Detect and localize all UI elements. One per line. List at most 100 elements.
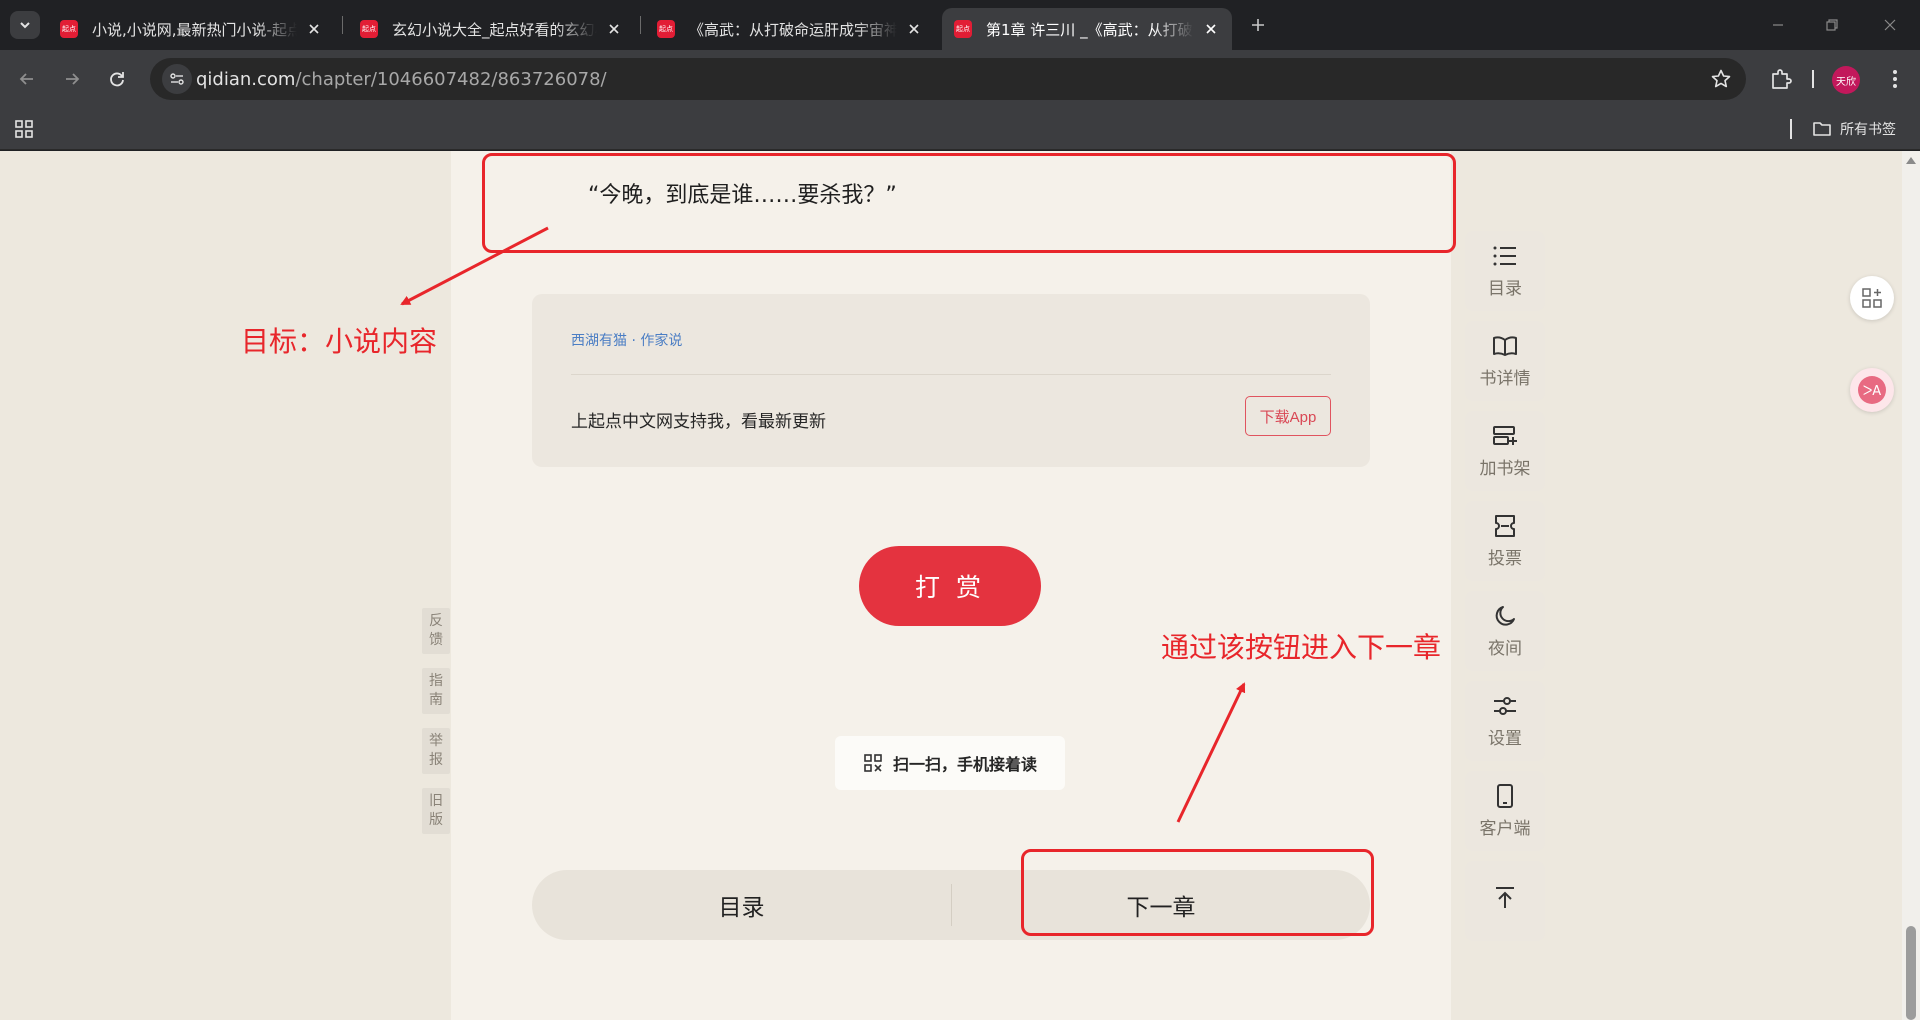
qr-code-icon bbox=[864, 754, 882, 772]
close-icon[interactable] bbox=[905, 20, 923, 38]
phone-icon bbox=[1497, 783, 1513, 808]
annotation-content-label: 目标：小说内容 bbox=[241, 325, 438, 358]
close-icon[interactable] bbox=[305, 20, 323, 38]
bookmarks-separator bbox=[1790, 119, 1792, 139]
close-icon[interactable] bbox=[605, 20, 623, 38]
old-version-link[interactable]: 旧 版 bbox=[422, 788, 450, 834]
toolbar-separator bbox=[1812, 70, 1814, 88]
extensions-puzzle-icon[interactable] bbox=[1768, 66, 1794, 92]
moon-icon bbox=[1495, 605, 1515, 626]
plus-icon bbox=[1252, 19, 1264, 31]
folder-icon bbox=[1813, 122, 1831, 136]
scan-to-read-button[interactable]: 扫一扫，手机接着读 bbox=[835, 736, 1065, 790]
bookmark-star-icon[interactable] bbox=[1710, 68, 1732, 90]
qidian-favicon-icon: 起点 bbox=[954, 20, 972, 38]
bookmarks-bar: 所有书签 bbox=[0, 108, 1920, 150]
restore-button[interactable] bbox=[1812, 10, 1852, 40]
floating-apps-button[interactable] bbox=[1850, 276, 1894, 320]
settings-label: 设置 bbox=[1488, 728, 1522, 749]
qidian-favicon-icon: 起点 bbox=[657, 20, 675, 38]
night-mode-button[interactable]: 夜间 bbox=[1465, 591, 1545, 671]
close-icon bbox=[1884, 19, 1896, 31]
author-message: 上起点中文网支持我，看最新更新 bbox=[571, 412, 826, 432]
book-details-label: 书详情 bbox=[1479, 368, 1531, 389]
tab-strip: 起点 小说,小说网,最新热门小说-起点中文网 起点 玄幻小说大全_起点好看的玄幻… bbox=[0, 0, 1920, 50]
tab-title: 玄幻小说大全_起点好看的玄幻小说 bbox=[392, 20, 597, 39]
new-tab-button[interactable] bbox=[1245, 12, 1271, 38]
tab-search-button[interactable] bbox=[10, 11, 40, 39]
site-info-button[interactable] bbox=[162, 64, 192, 94]
report-link[interactable]: 举 报 bbox=[422, 728, 450, 774]
floating-translate-button[interactable]: ᐳA bbox=[1850, 368, 1894, 412]
tab-title: 第1章 许三川 _《高武：从打破命运肝成宇宙神》 bbox=[986, 20, 1194, 39]
url-path: /chapter/1046607482/863726078/ bbox=[295, 69, 607, 90]
toc-button[interactable]: 目录 bbox=[532, 870, 951, 940]
tab-separator bbox=[342, 16, 343, 34]
tab-4-active[interactable]: 起点 第1章 许三川 _《高武：从打破命运肝成宇宙神》 bbox=[942, 8, 1232, 50]
vote-label: 投票 bbox=[1488, 548, 1522, 569]
author-link[interactable]: 西湖有猫 · 作家说 bbox=[571, 330, 682, 350]
author-card-divider bbox=[571, 374, 1331, 375]
book-details-button[interactable]: 书详情 bbox=[1465, 321, 1545, 401]
add-shelf-icon bbox=[1493, 425, 1517, 445]
tab-2[interactable]: 起点 玄幻小说大全_起点好看的玄幻小说 bbox=[348, 8, 635, 50]
qidian-favicon-icon: 起点 bbox=[60, 20, 78, 38]
toolbar-toc-label: 目录 bbox=[1488, 278, 1522, 299]
address-bar[interactable]: qidian.com/chapter/1046607482/863726078/ bbox=[150, 58, 1746, 100]
forward-button[interactable] bbox=[57, 64, 87, 94]
arrow-left-icon bbox=[19, 73, 33, 85]
tab-title: 小说,小说网,最新热门小说-起点中文网 bbox=[92, 20, 297, 39]
window-close-button[interactable] bbox=[1870, 10, 1910, 40]
close-icon[interactable] bbox=[1202, 20, 1220, 38]
restore-icon bbox=[1826, 19, 1838, 31]
minimize-icon bbox=[1773, 24, 1783, 26]
tab-separator bbox=[640, 16, 641, 34]
translate-icon: ᐳA bbox=[1858, 376, 1886, 404]
url-domain: qidian.com bbox=[196, 69, 296, 90]
profile-avatar[interactable]: 天欣 bbox=[1832, 66, 1860, 94]
settings-button[interactable]: 设置 bbox=[1465, 681, 1545, 761]
reload-button[interactable] bbox=[102, 64, 132, 94]
chevron-down-icon bbox=[20, 22, 30, 29]
reward-button[interactable]: 打 赏 bbox=[859, 546, 1041, 626]
client-app-label: 客户端 bbox=[1479, 818, 1531, 839]
qidian-favicon-icon: 起点 bbox=[360, 20, 378, 38]
page-scrollbar[interactable] bbox=[1902, 151, 1920, 1020]
vote-button[interactable]: 投票 bbox=[1465, 501, 1545, 581]
download-app-button[interactable]: 下载App bbox=[1245, 396, 1331, 436]
toolbar-toc-button[interactable]: 目录 bbox=[1465, 231, 1545, 311]
ticket-icon bbox=[1495, 514, 1515, 537]
annotation-content-box bbox=[482, 153, 1456, 253]
browser-toolbar: qidian.com/chapter/1046607482/863726078/ bbox=[0, 50, 1920, 108]
add-widget-icon bbox=[1862, 288, 1882, 308]
feedback-link[interactable]: 反 馈 bbox=[422, 608, 450, 654]
add-shelf-button[interactable]: 加书架 bbox=[1465, 411, 1545, 491]
annotation-next-box bbox=[1021, 849, 1374, 936]
tune-icon bbox=[170, 73, 184, 85]
all-bookmarks-label: 所有书签 bbox=[1840, 122, 1896, 138]
author-card: 西湖有猫 · 作家说 上起点中文网支持我，看最新更新 下载App bbox=[532, 294, 1370, 467]
svg-text:ᐳA: ᐳA bbox=[1863, 384, 1881, 399]
url-text[interactable]: qidian.com/chapter/1046607482/863726078/ bbox=[196, 69, 607, 90]
all-bookmarks-button[interactable]: 所有书签 bbox=[1812, 116, 1896, 142]
back-button[interactable] bbox=[12, 64, 42, 94]
night-mode-label: 夜间 bbox=[1488, 638, 1522, 659]
arrow-up-icon bbox=[1496, 887, 1514, 908]
more-vertical-icon[interactable] bbox=[1882, 66, 1908, 92]
scan-label: 扫一扫，手机接着读 bbox=[892, 755, 1037, 774]
tab-1[interactable]: 起点 小说,小说网,最新热门小说-起点中文网 bbox=[48, 8, 335, 50]
scroll-up-arrow[interactable] bbox=[1906, 157, 1916, 164]
back-to-top-button[interactable] bbox=[1465, 861, 1545, 941]
minimize-button[interactable] bbox=[1758, 10, 1798, 40]
arrow-right-icon bbox=[66, 73, 80, 85]
tab-title: 《高武：从打破命运肝成宇宙神》 bbox=[689, 20, 897, 39]
tab-3[interactable]: 起点 《高武：从打破命运肝成宇宙神》 bbox=[645, 8, 935, 50]
scrollbar-thumb[interactable] bbox=[1906, 926, 1916, 1020]
sliders-icon bbox=[1494, 696, 1516, 715]
apps-grid-icon[interactable] bbox=[14, 119, 34, 139]
guide-link[interactable]: 指 南 bbox=[422, 668, 450, 714]
annotation-next-label: 通过该按钮进入下一章 bbox=[1161, 631, 1442, 664]
add-shelf-label: 加书架 bbox=[1479, 458, 1531, 479]
reload-icon bbox=[110, 72, 124, 87]
client-app-button[interactable]: 客户端 bbox=[1465, 771, 1545, 851]
